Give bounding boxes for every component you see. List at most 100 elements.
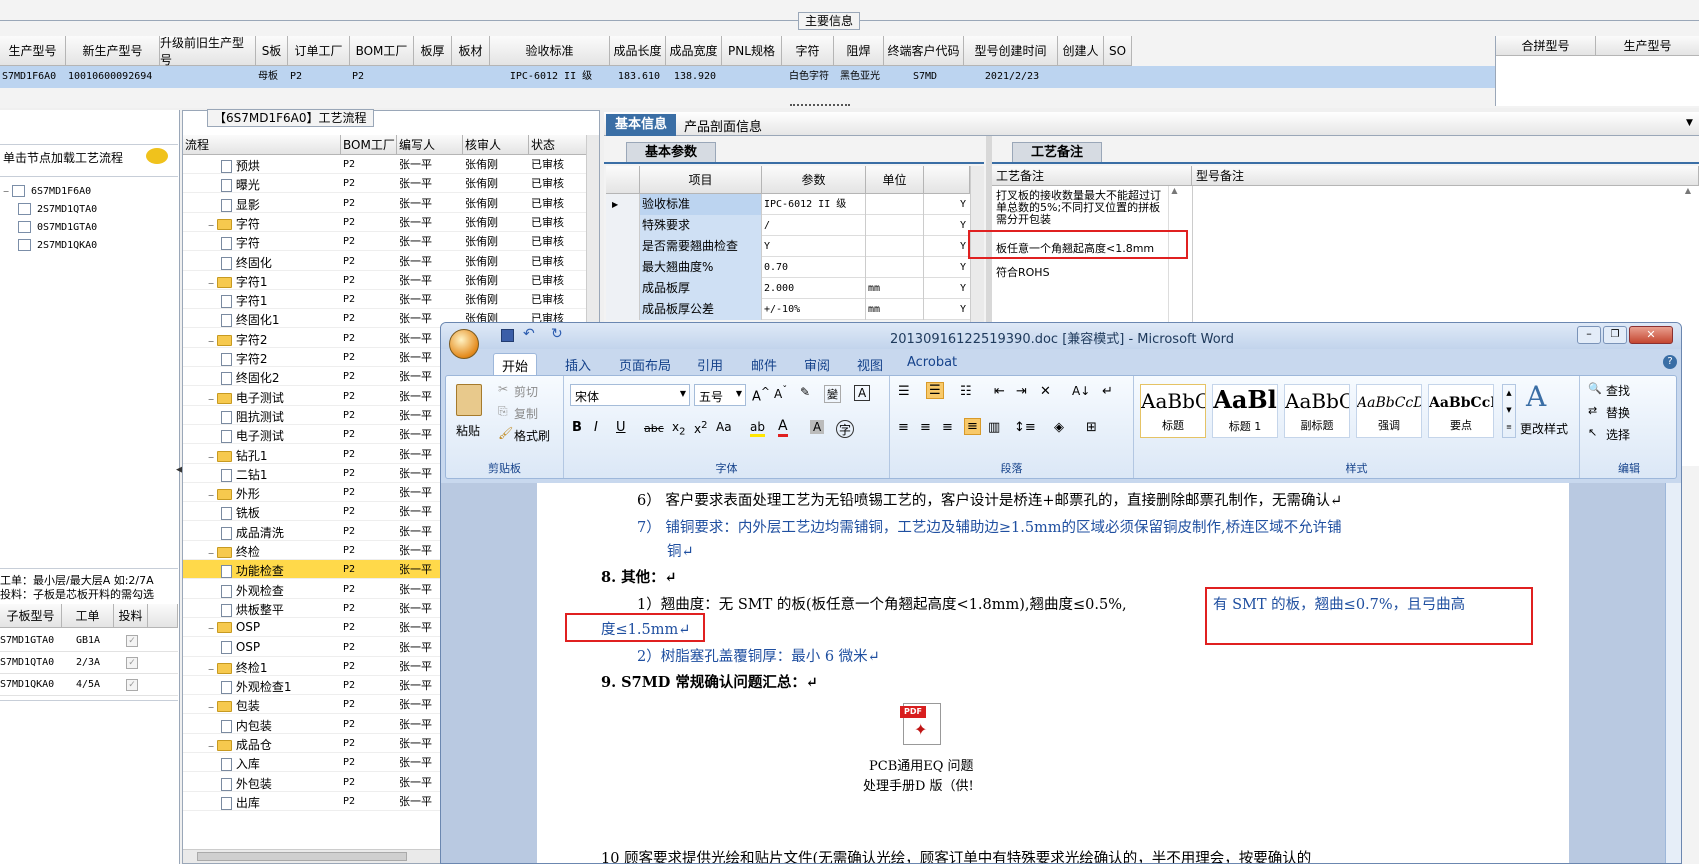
checkbox[interactable] [18,239,31,251]
col-header[interactable]: 验收标准 [490,36,610,66]
row-selector[interactable]: ▶ [606,194,640,215]
collapse-icon[interactable]: − [205,453,217,462]
document-page[interactable]: 6） 客户要求表面处理工艺为无铅喷锡工艺的，客户设计是桥连+邮票孔的，直接删除邮… [537,483,1569,863]
help-icon[interactable]: ? [1663,355,1677,369]
close-button[interactable]: ✕ [1629,326,1673,344]
table-row[interactable]: 字符1 P2 张一平 张侑刚 已审核 [183,290,587,310]
checkbox[interactable] [18,221,31,233]
collapse-icon[interactable]: − [205,221,217,230]
tree-node[interactable]: 2S7MD1QKA0 [0,238,97,256]
collapse-icon[interactable]: − [205,742,217,751]
tree-node[interactable]: 2S7MD1QTA0 [0,202,97,220]
row-cell[interactable] [1058,66,1104,88]
col-header[interactable]: BOM工厂 [341,135,397,155]
pdf-icon[interactable]: PDF ✦ [900,703,941,745]
select-button[interactable]: 选择 [1606,426,1630,443]
param-value[interactable]: / [762,215,866,236]
change-styles-icon[interactable]: A [1526,380,1546,413]
tab-ribbon-2[interactable]: 页面布局 [611,353,679,375]
col-header[interactable]: 核审人 [463,135,529,155]
table-row[interactable]: 预烘 P2 张一平 张侑刚 已审核 [183,155,587,174]
table-row[interactable]: 成品板厚 2.000 mm Y [606,278,972,299]
show-marks-icon[interactable]: ↵ [1102,384,1113,399]
param-value[interactable]: Y [762,236,866,257]
table-row[interactable]: 终固化 P2 张一平 张侑刚 已审核 [183,252,587,271]
main-info-row[interactable]: S7MD1F6A0 10010600092694 母板 P2 P2 IPC-6012 II… [0,66,1495,88]
row-cell[interactable]: 2021/2/23 [964,66,1058,88]
col-header[interactable]: SO [1104,36,1132,66]
change-styles-button[interactable]: 更改样式 [1520,420,1568,437]
superscript-icon[interactable]: x2 [694,420,707,436]
table-row[interactable]: 最大翘曲度% 0.70 Y [606,257,972,278]
col-header[interactable]: 阻焊 [834,36,884,66]
table-row[interactable]: S7MD1QKA0 4/5A ✓ [0,674,178,696]
enclose-char-icon[interactable]: 字 [836,420,854,438]
collapse-icon[interactable]: − [205,624,217,633]
collapse-icon[interactable]: − [205,279,217,288]
row-cell[interactable]: IPC-6012 II 级 [490,66,610,88]
font-name-select[interactable]: 宋体 ▼ [570,384,690,406]
chinese-layout-icon[interactable]: ✕ [1040,384,1051,399]
col-header[interactable]: 板厚 [414,36,452,66]
replace-button[interactable]: 替换 [1606,404,1630,421]
tab-acrobat[interactable]: Acrobat [899,353,965,375]
param-value[interactable]: 0.70 [762,257,866,278]
tab-ribbon-3[interactable]: 引用 [689,353,731,375]
shrink-font-icon[interactable]: Aˇ [774,385,787,401]
align-center-icon[interactable]: ≡ [920,420,931,435]
tab-ribbon-1[interactable]: 插入 [557,353,599,375]
col-header[interactable]: 成品宽度 [666,36,722,66]
row-cell[interactable] [414,66,452,88]
col-header[interactable]: 板材 [452,36,490,66]
minimize-button[interactable]: – [1577,326,1601,344]
row-selector[interactable] [606,257,640,278]
align-left-icon[interactable]: ≡ [898,420,909,435]
clear-format-icon[interactable]: ✎ [800,385,810,399]
col-header[interactable]: 字符 [782,36,834,66]
collapse-icon[interactable]: − [205,549,217,558]
table-row[interactable]: S7MD1GTA0 GB1A ✓ [0,630,178,652]
row-cell[interactable]: P2 [288,66,350,88]
style-tile[interactable]: AaBbC 副标题 [1284,384,1350,438]
tree-node[interactable]: − 6S7MD1F6A0 [0,184,91,202]
char-shading-icon[interactable]: A [810,420,825,434]
param-value[interactable]: 2.000 [762,278,866,299]
remark-text[interactable]: 符合ROHS [996,264,1186,280]
row-cell[interactable]: P2 [350,66,414,88]
col-header[interactable]: S板 [256,36,288,66]
col-header[interactable]: 新生产型号 [66,36,160,66]
row-cell[interactable]: S7MD1F6A0 [0,66,66,88]
row-cell[interactable] [1104,66,1132,88]
row-selector[interactable] [606,299,640,320]
table-row[interactable]: − 字符1 P2 张一平 张侑刚 已审核 [183,271,587,290]
collapse-icon[interactable]: − [205,395,217,404]
tab-process-remarks[interactable]: 工艺备注 [1012,142,1102,162]
col-header[interactable]: BOM工厂 [350,36,414,66]
collapse-icon[interactable]: − [205,491,217,500]
row-selector[interactable] [606,215,640,236]
remark-text[interactable]: 打叉板的接收数量最大不能超过订单总数的5%;不同打叉位置的拼板需分开包装 [996,190,1166,226]
col-header[interactable]: 创建人 [1058,36,1104,66]
col-header[interactable]: 升级前旧生产型号 [160,36,256,67]
shading-icon[interactable]: ◈ [1054,420,1064,435]
table-row[interactable]: S7MD1QTA0 2/3A ✓ [0,652,178,674]
table-row[interactable]: 字符 P2 张一平 张侑刚 已审核 [183,232,587,252]
bold-icon[interactable]: B [572,420,582,435]
row-cell[interactable]: 10010600092694 [66,66,160,88]
tab-basic-info[interactable]: 基本信息 [606,114,676,136]
col-header[interactable]: 成品长度 [610,36,666,66]
collapse-icon[interactable]: − [205,665,217,674]
collapse-icon[interactable]: − [205,337,217,346]
sort-icon[interactable]: A↓ [1072,384,1090,398]
table-row[interactable]: 曝光 P2 张一平 张侑刚 已审核 [183,174,587,194]
row-cell[interactable] [722,66,782,88]
row-selector[interactable] [606,236,640,257]
tab-ribbon-4[interactable]: 邮件 [743,353,785,375]
tab-ribbon-6[interactable]: 视图 [849,353,891,375]
font-color-icon[interactable]: A [778,418,788,437]
paste-button[interactable]: 粘贴 [456,422,480,439]
phonetic-icon[interactable]: 變 [824,385,841,403]
row-cell[interactable]: 白色字符 [782,66,834,88]
justify-icon[interactable]: ≡ [964,418,981,435]
underline-icon[interactable]: U [616,420,626,435]
